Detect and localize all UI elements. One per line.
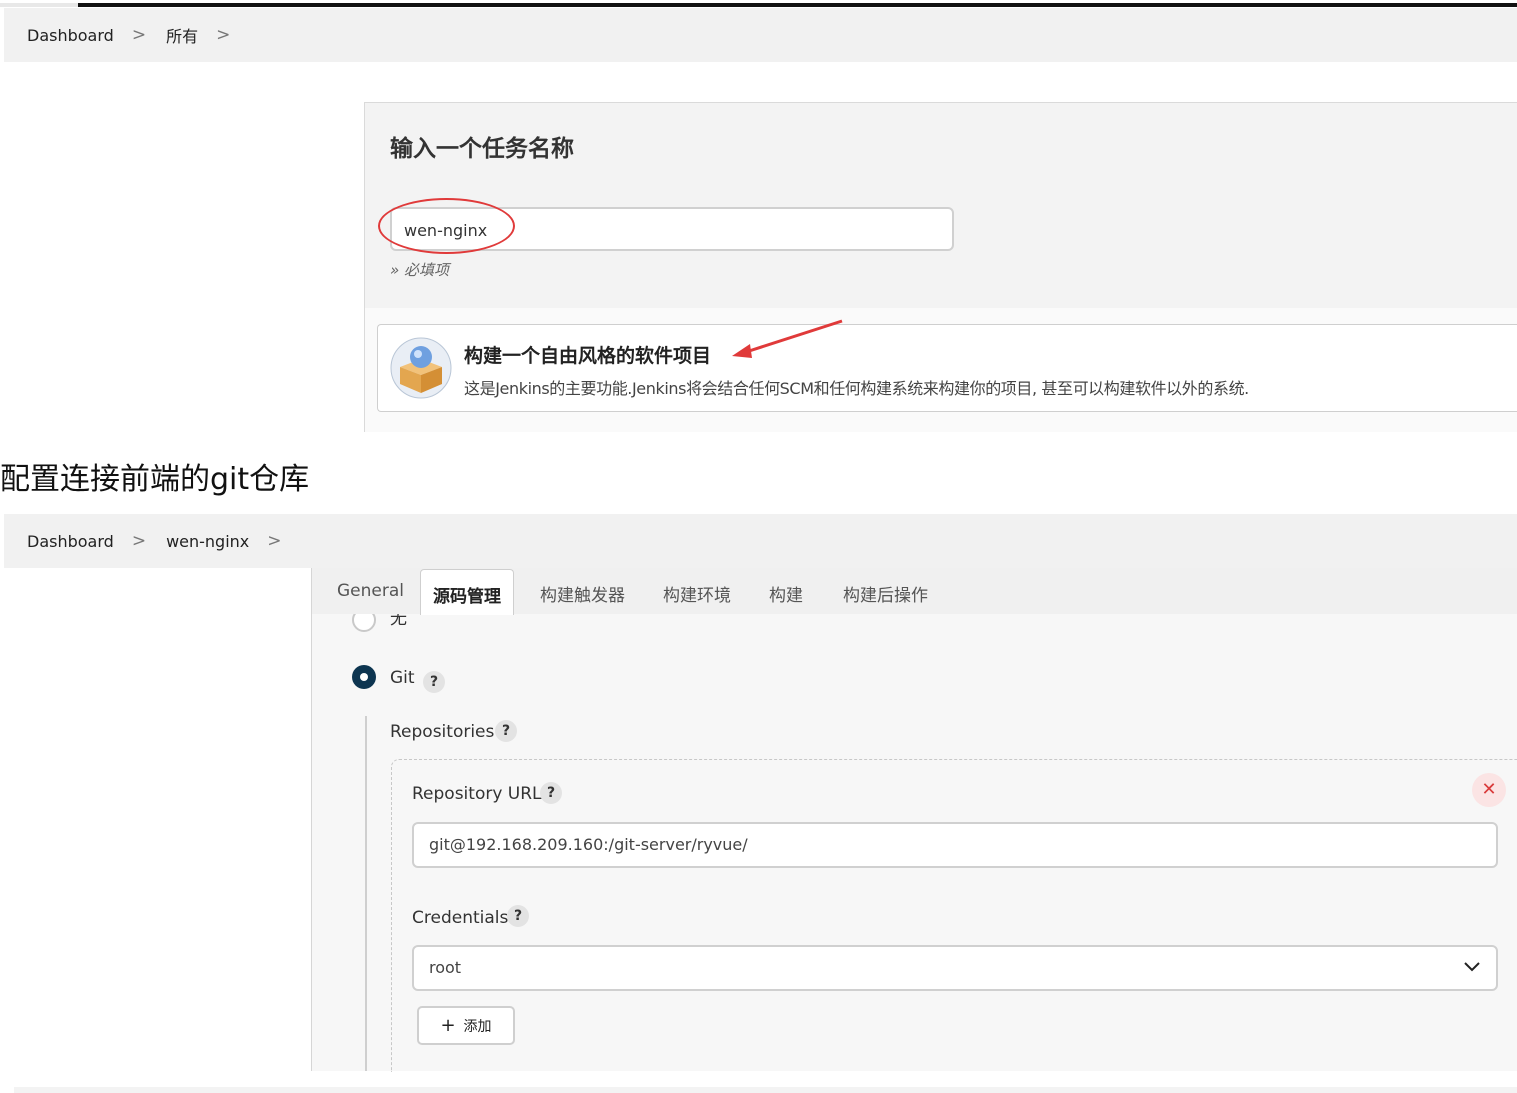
freestyle-project-title: 构建一个自由风格的软件项目 <box>464 345 712 367</box>
repository-entry <box>391 759 1517 1072</box>
page-title: 输入一个任务名称 <box>390 136 574 162</box>
tab-post-build-actions[interactable]: 构建后操作 <box>843 581 928 606</box>
top-header-bar <box>78 3 1517 7</box>
credentials-label: Credentials <box>412 908 509 928</box>
breadcrumb-all-link[interactable]: 所有 <box>166 23 198 47</box>
bottom-edge-bar <box>14 1087 1517 1093</box>
scm-none-label: 无 <box>390 614 407 629</box>
required-hint: » 必填项 <box>390 261 450 279</box>
help-icon[interactable]: ? <box>507 905 529 927</box>
plus-icon: + <box>440 1015 456 1036</box>
new-item-panel: 输入一个任务名称 wen-nginx » 必填项 <box>364 102 1517 310</box>
repositories-label: Repositories <box>390 722 495 742</box>
breadcrumb: Dashboard > wen-nginx > <box>4 514 1517 568</box>
help-icon[interactable]: ? <box>495 720 517 742</box>
help-icon[interactable]: ? <box>540 782 562 804</box>
tab-build-environment[interactable]: 构建环境 <box>663 581 731 606</box>
chevron-right-icon: > <box>131 531 147 551</box>
tab-build[interactable]: 构建 <box>769 581 803 606</box>
chevron-right-icon[interactable]: > <box>267 531 281 551</box>
freestyle-project-option[interactable]: 构建一个自由风格的软件项目 这是Jenkins的主要功能.Jenkins将会结合… <box>377 324 1517 412</box>
tab-label: 源码管理 <box>433 587 501 607</box>
help-icon[interactable]: ? <box>423 671 445 693</box>
freestyle-package-icon <box>390 337 452 399</box>
breadcrumb: Dashboard > 所有 > <box>4 8 1517 62</box>
tab-general[interactable]: General <box>337 581 404 601</box>
chevron-down-icon <box>1464 962 1480 972</box>
tab-build-triggers[interactable]: 构建触发器 <box>540 581 625 606</box>
scm-git-label: Git <box>390 668 415 688</box>
section-caption: 配置连接前端的git仓库 <box>0 462 310 497</box>
repository-url-input[interactable]: git@192.168.209.160:/git-server/ryvue/ <box>412 822 1498 868</box>
chevron-right-icon[interactable]: > <box>216 25 230 45</box>
breadcrumb-dashboard-link[interactable]: Dashboard <box>27 532 114 551</box>
breadcrumb-job-link[interactable]: wen-nginx <box>166 532 249 551</box>
breadcrumb-dashboard-link[interactable]: Dashboard <box>27 26 114 45</box>
repositories-indent-rule <box>365 716 367 1071</box>
tab-source-code-management[interactable]: 源码管理 <box>420 569 514 615</box>
scm-git-radio[interactable] <box>352 665 376 689</box>
add-credentials-button[interactable]: + 添加 <box>417 1006 515 1045</box>
scm-none-radio[interactable] <box>352 614 376 632</box>
side-panel <box>4 568 311 1071</box>
close-icon[interactable]: ✕ <box>1472 773 1506 807</box>
freestyle-project-description: 这是Jenkins的主要功能.Jenkins将会结合任何SCM和任何构建系统来构… <box>464 379 1249 398</box>
config-tabs: General 源码管理 构建触发器 构建环境 构建 构建后操作 <box>312 568 1517 615</box>
scm-none-clip <box>350 614 390 634</box>
item-type-list: 构建一个自由风格的软件项目 这是Jenkins的主要功能.Jenkins将会结合… <box>364 308 1517 432</box>
top-scroll-indicator <box>0 3 78 7</box>
credentials-select[interactable]: root <box>412 945 1498 991</box>
annotation-arrow <box>732 319 843 358</box>
annotation-circle <box>378 198 515 254</box>
repository-url-label: Repository URL <box>412 784 542 804</box>
add-button-label: 添加 <box>463 1018 492 1035</box>
chevron-right-icon: > <box>131 25 147 45</box>
credentials-selected-value: root <box>429 958 462 977</box>
